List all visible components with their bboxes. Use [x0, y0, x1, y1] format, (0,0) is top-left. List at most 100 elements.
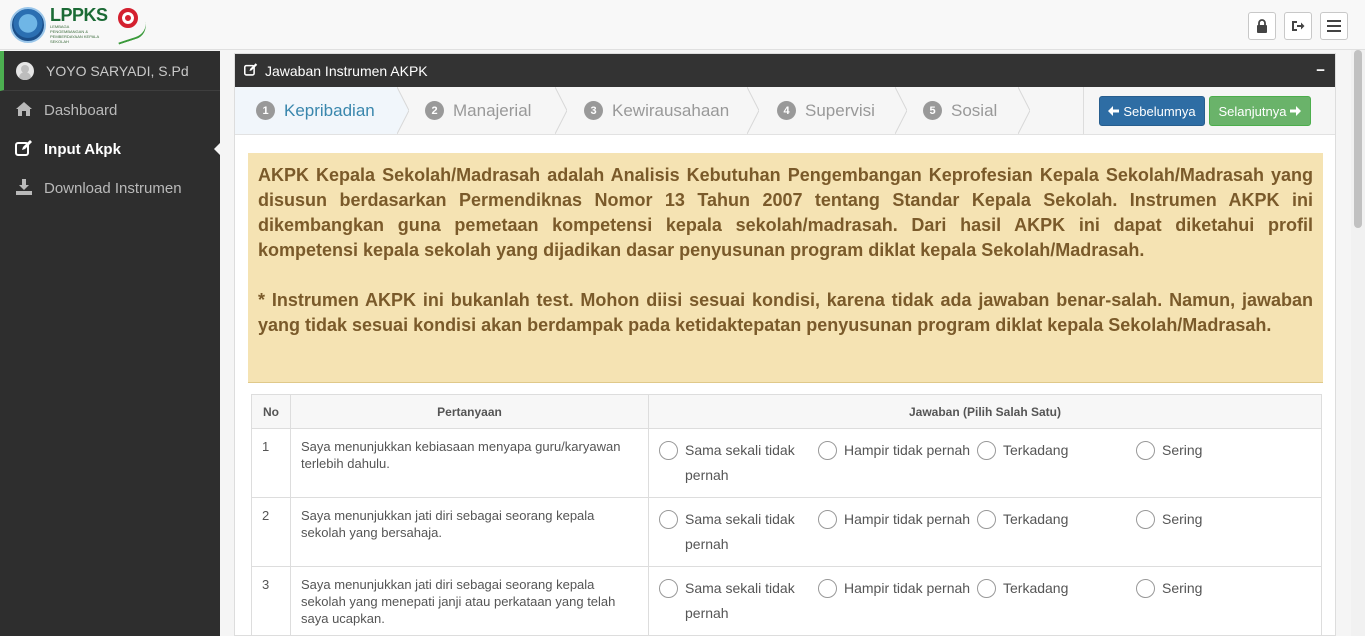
- question-text: Saya menunjukkan kebiasaan menyapa guru/…: [290, 428, 649, 498]
- download-icon: [14, 178, 34, 199]
- menu-button[interactable]: [1320, 12, 1348, 40]
- step-label: Manajerial: [453, 100, 532, 120]
- menu-icon: [1327, 20, 1341, 32]
- lock-button[interactable]: [1248, 12, 1276, 40]
- table-row: 3 Saya menunjukkan jati diri sebagai seo…: [251, 566, 1322, 636]
- answer-option[interactable]: Hampir tidak pernah: [818, 576, 977, 626]
- logo-text: LPPKS: [50, 5, 108, 25]
- sidebar-item-label: Input Akpk: [44, 141, 121, 158]
- swoosh-emblem-icon: [112, 6, 150, 45]
- info-alert: AKPK Kepala Sekolah/Madrasah adalah Anal…: [248, 153, 1323, 383]
- step-kepribadian[interactable]: 1 Kepribadian: [235, 87, 397, 134]
- radio-button[interactable]: [977, 441, 996, 460]
- option-label: Terkadang: [1003, 511, 1069, 527]
- radio-button[interactable]: [659, 579, 678, 598]
- logout-button[interactable]: [1284, 12, 1312, 40]
- next-label: Selanjutnya: [1218, 103, 1287, 119]
- page-scrollbar[interactable]: [1351, 50, 1365, 636]
- answer-cell: Sama sekali tidak pernah Hampir tidak pe…: [648, 497, 1322, 567]
- logo-subtext: LEMBAGA PENGEMBANGAN & PEMBERDAYAAN KEPA…: [50, 24, 99, 44]
- radio-button[interactable]: [977, 579, 996, 598]
- option-label: Sering: [1162, 580, 1203, 596]
- panel-header: Jawaban Instrumen AKPK −: [235, 54, 1335, 87]
- option-label: Hampir tidak pernah: [844, 442, 971, 458]
- step-separator: [1018, 87, 1030, 134]
- step-label: Supervisi: [805, 100, 875, 120]
- option-label: Terkadang: [1003, 580, 1069, 596]
- answer-cell: Sama sekali tidak pernah Hampir tidak pe…: [648, 428, 1322, 498]
- answer-option[interactable]: Terkadang: [977, 438, 1136, 488]
- radio-button[interactable]: [1136, 441, 1155, 460]
- arrow-left-icon: [1108, 106, 1120, 116]
- step-wizard: 1 Kepribadian 2 Manajerial 3 Kewirausaha…: [235, 87, 1335, 135]
- step-manajerial[interactable]: 2 Manajerial: [425, 87, 555, 134]
- column-header-question: Pertanyaan: [290, 394, 649, 429]
- step-separator: [895, 87, 907, 134]
- sidebar: YOYO SARYADI, S.Pd Dashboard Input Akpk …: [0, 51, 220, 636]
- lock-icon: [1257, 19, 1267, 33]
- step-label: Kewirausahaan: [612, 100, 730, 120]
- question-text: Saya menunjukkan jati diri sebagai seora…: [290, 566, 649, 636]
- collapse-icon[interactable]: −: [1316, 62, 1325, 79]
- radio-button[interactable]: [818, 441, 837, 460]
- table-row: 2 Saya menunjukkan jati diri sebagai seo…: [251, 497, 1322, 567]
- answer-option[interactable]: Sering: [1136, 576, 1295, 626]
- option-label: Sering: [1162, 442, 1203, 458]
- lppks-logo[interactable]: LPPKS LEMBAGA PENGEMBANGAN & PEMBERDAYAA…: [10, 5, 150, 45]
- radio-button[interactable]: [818, 510, 837, 529]
- answer-option[interactable]: Terkadang: [977, 576, 1136, 626]
- step-supervisi[interactable]: 4 Supervisi: [777, 87, 897, 134]
- option-label: Sering: [1162, 511, 1203, 527]
- previous-label: Sebelumnya: [1123, 103, 1196, 119]
- radio-button[interactable]: [659, 510, 678, 529]
- row-number: 2: [251, 497, 291, 567]
- column-header-answer: Jawaban (Pilih Salah Satu): [648, 394, 1322, 429]
- answer-option[interactable]: Terkadang: [977, 507, 1136, 557]
- sidebar-item-label: Download Instrumen: [44, 180, 182, 197]
- edit-icon: [14, 139, 34, 160]
- step-number: 4: [777, 101, 796, 120]
- answer-option[interactable]: Sama sekali tidak pernah: [659, 507, 818, 557]
- user-profile[interactable]: YOYO SARYADI, S.Pd: [0, 51, 220, 91]
- radio-button[interactable]: [818, 579, 837, 598]
- scrollbar-thumb[interactable]: [1354, 50, 1362, 228]
- next-button[interactable]: Selanjutnya: [1209, 96, 1311, 126]
- radio-button[interactable]: [1136, 510, 1155, 529]
- option-label: Terkadang: [1003, 442, 1069, 458]
- table-header-row: No Pertanyaan Jawaban (Pilih Salah Satu): [251, 394, 1322, 429]
- radio-button[interactable]: [659, 441, 678, 460]
- table-row: 1 Saya menunjukkan kebiasaan menyapa gur…: [251, 428, 1322, 498]
- sidebar-item-dashboard[interactable]: Dashboard: [0, 91, 220, 130]
- wizard-actions: Sebelumnya Selanjutnya: [1083, 87, 1335, 134]
- option-label: Sama sekali tidak pernah: [685, 442, 795, 483]
- arrow-right-icon: [1290, 106, 1302, 116]
- previous-button[interactable]: Sebelumnya: [1099, 96, 1205, 126]
- step-separator: [747, 87, 759, 134]
- step-number: 5: [923, 101, 942, 120]
- option-label: Hampir tidak pernah: [844, 511, 971, 527]
- answer-option[interactable]: Hampir tidak pernah: [818, 507, 977, 557]
- sidebar-item-download-instrumen[interactable]: Download Instrumen: [0, 169, 220, 208]
- sidebar-item-input-akpk[interactable]: Input Akpk: [0, 130, 220, 169]
- panel-title: Jawaban Instrumen AKPK: [265, 62, 428, 79]
- step-sosial[interactable]: 5 Sosial: [923, 87, 1018, 134]
- radio-button[interactable]: [977, 510, 996, 529]
- top-actions: [1248, 12, 1348, 40]
- answer-option[interactable]: Sama sekali tidak pernah: [659, 576, 818, 626]
- step-kewirausahaan[interactable]: 3 Kewirausahaan: [584, 87, 749, 134]
- info-disclaimer: * Instrumen AKPK ini bukanlah test. Moho…: [258, 290, 1313, 335]
- option-label: Hampir tidak pernah: [844, 580, 971, 596]
- tut-wuri-handayani-emblem-icon: [10, 7, 46, 43]
- edit-icon: [244, 62, 258, 79]
- step-label: Sosial: [951, 100, 998, 120]
- info-paragraph: AKPK Kepala Sekolah/Madrasah adalah Anal…: [258, 165, 1313, 260]
- row-number: 1: [251, 428, 291, 498]
- main-panel: Jawaban Instrumen AKPK − 1 Kepribadian 2…: [234, 53, 1336, 636]
- sign-out-icon: [1292, 21, 1305, 31]
- answer-option[interactable]: Hampir tidak pernah: [818, 438, 977, 488]
- answer-option[interactable]: Sama sekali tidak pernah: [659, 438, 818, 488]
- radio-button[interactable]: [1136, 579, 1155, 598]
- answer-option[interactable]: Sering: [1136, 438, 1295, 488]
- answer-option[interactable]: Sering: [1136, 507, 1295, 557]
- step-number: 3: [584, 101, 603, 120]
